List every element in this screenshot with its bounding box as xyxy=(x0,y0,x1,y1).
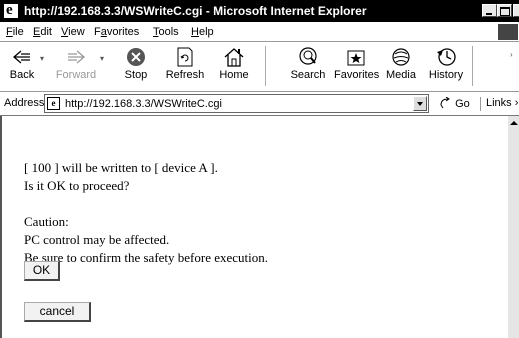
ok-button[interactable]: OK xyxy=(24,261,60,281)
favorites-star-icon xyxy=(345,46,367,68)
browser-window: e http://192.168.3.3/WSWriteC.cgi - Micr… xyxy=(0,0,519,338)
address-bar: Address e http://192.168.3.3/WSWriteC.cg… xyxy=(0,92,519,116)
forward-button[interactable]: Forward xyxy=(54,44,98,88)
caution-title: Caution: xyxy=(24,214,69,229)
close-button[interactable] xyxy=(513,4,519,17)
toolbar-chevron-icon[interactable]: › xyxy=(510,50,513,59)
page-content: [ 100 ] will be written to [ device A ].… xyxy=(0,116,508,338)
refresh-icon xyxy=(174,46,196,68)
menu-edit[interactable]: Edit xyxy=(33,26,52,38)
maximize-button[interactable] xyxy=(497,4,512,17)
menu-bar: File Edit View Favorites Tools Help xyxy=(0,22,519,42)
menu-view[interactable]: View xyxy=(61,26,85,38)
scroll-up-button[interactable] xyxy=(508,118,519,129)
caution-line-1: PC control may be affected. xyxy=(24,232,170,247)
refresh-button[interactable]: Refresh xyxy=(163,44,207,88)
window-title: http://192.168.3.3/WSWriteC.cgi - Micros… xyxy=(24,4,367,18)
favorites-button[interactable]: Favorites xyxy=(334,44,379,88)
menu-help[interactable]: Help xyxy=(191,26,214,38)
search-button[interactable]: Search xyxy=(286,44,330,88)
toolbar-separator xyxy=(472,46,473,86)
menu-favorites[interactable]: Favorites xyxy=(94,26,139,38)
links-button[interactable]: Links › xyxy=(480,97,518,111)
address-label: Address xyxy=(4,97,45,109)
back-dropdown-icon[interactable]: ▾ xyxy=(40,54,44,63)
media-button[interactable]: Media xyxy=(379,44,423,88)
address-dropdown-button[interactable] xyxy=(413,96,427,111)
menu-tools[interactable]: Tools xyxy=(153,26,179,38)
media-icon xyxy=(390,46,412,68)
minimize-button[interactable] xyxy=(482,4,497,17)
internet-explorer-icon: e xyxy=(3,2,19,19)
go-button[interactable]: Go xyxy=(440,96,470,110)
home-icon xyxy=(223,46,245,68)
stop-icon xyxy=(125,46,147,68)
address-url[interactable]: http://192.168.3.3/WSWriteC.cgi xyxy=(65,98,222,110)
forward-arrow-icon xyxy=(65,46,87,68)
address-input[interactable]: e http://192.168.3.3/WSWriteC.cgi xyxy=(44,94,429,113)
history-icon xyxy=(435,46,457,68)
proceed-question: Is it OK to proceed? xyxy=(24,178,130,193)
title-bar: e http://192.168.3.3/WSWriteC.cgi - Micr… xyxy=(0,0,519,22)
stop-button[interactable]: Stop xyxy=(114,44,158,88)
page-icon: e xyxy=(47,97,60,110)
back-button[interactable]: Back xyxy=(0,44,44,88)
history-button[interactable]: History xyxy=(424,44,468,88)
windows-flag-icon xyxy=(498,24,518,40)
go-arrow-icon xyxy=(440,96,450,109)
cancel-button[interactable]: cancel xyxy=(24,302,91,322)
caution-line-2: Be sure to confirm the safety before exe… xyxy=(24,250,269,265)
vertical-scrollbar[interactable] xyxy=(508,116,519,338)
search-icon xyxy=(297,46,319,68)
forward-dropdown-icon[interactable]: ▾ xyxy=(100,54,104,63)
menu-file[interactable]: File xyxy=(6,26,24,38)
home-button[interactable]: Home xyxy=(212,44,256,88)
toolbar: Back ▾ Forward ▾ Stop Refresh Home Searc… xyxy=(0,42,519,92)
toolbar-separator xyxy=(265,46,266,86)
back-arrow-icon xyxy=(11,46,33,68)
confirm-message: [ 100 ] will be written to [ device A ]. xyxy=(24,160,218,175)
